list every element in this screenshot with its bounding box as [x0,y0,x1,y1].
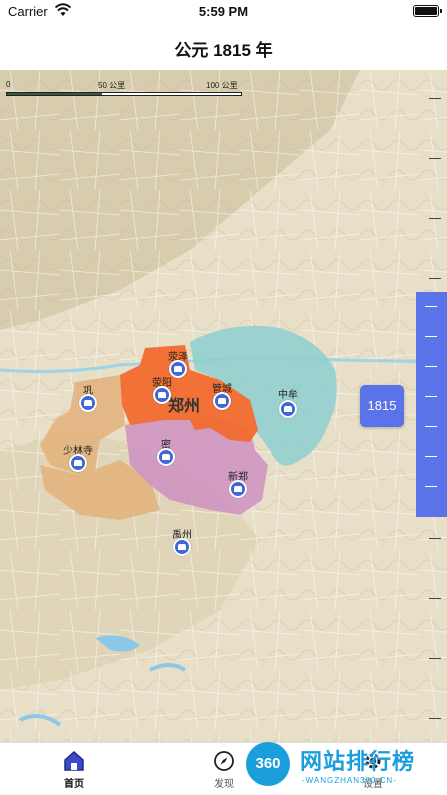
watermark-text: 网站排行榜 [300,749,416,774]
scale-zero: 0 [6,80,11,89]
clock: 5:59 PM [198,4,249,19]
city-pin-icon[interactable] [157,448,175,466]
city-pin-icon[interactable] [279,400,297,418]
nav-bar: 公元 1815 年 [0,24,447,68]
watermark-logo: 360 [246,742,290,786]
city-pin-icon[interactable] [173,538,191,556]
tab-home[interactable]: 首页 [34,749,114,790]
tab-home-label: 首页 [64,779,84,790]
timeline-slider[interactable] [416,292,447,517]
city-pin-icon[interactable] [213,392,231,410]
city-pin-icon[interactable] [69,454,87,472]
year-indicator[interactable]: 1815 [360,385,404,427]
place-label: 中牟 [278,390,298,401]
status-bar: Carrier 5:59 PM [0,0,447,24]
city-pin-icon[interactable] [153,386,171,404]
watermark-subtext: -WANGZHAN360.CN- [302,776,397,785]
page-title: 公元 1815 年 [174,41,273,60]
city-pin-icon[interactable] [79,394,97,412]
home-icon [64,750,84,771]
map-view[interactable]: 0 50 公里 100 公里 郑州 荥泽 荥阳 巩 管城 中牟 少林寺 密 新郑… [0,70,447,742]
compass-icon [214,751,234,771]
watermark: 360 网站排行榜 -WANGZHAN360.CN- [240,742,447,795]
scale-max: 100 公里 [206,81,238,90]
city-pin-icon[interactable] [229,480,247,498]
battery-icon [413,5,442,17]
scale-mid: 50 公里 [98,81,126,90]
region-label-zhengzhou: 郑州 [168,398,201,415]
scale-bar: 0 50 公里 100 公里 [6,80,246,104]
